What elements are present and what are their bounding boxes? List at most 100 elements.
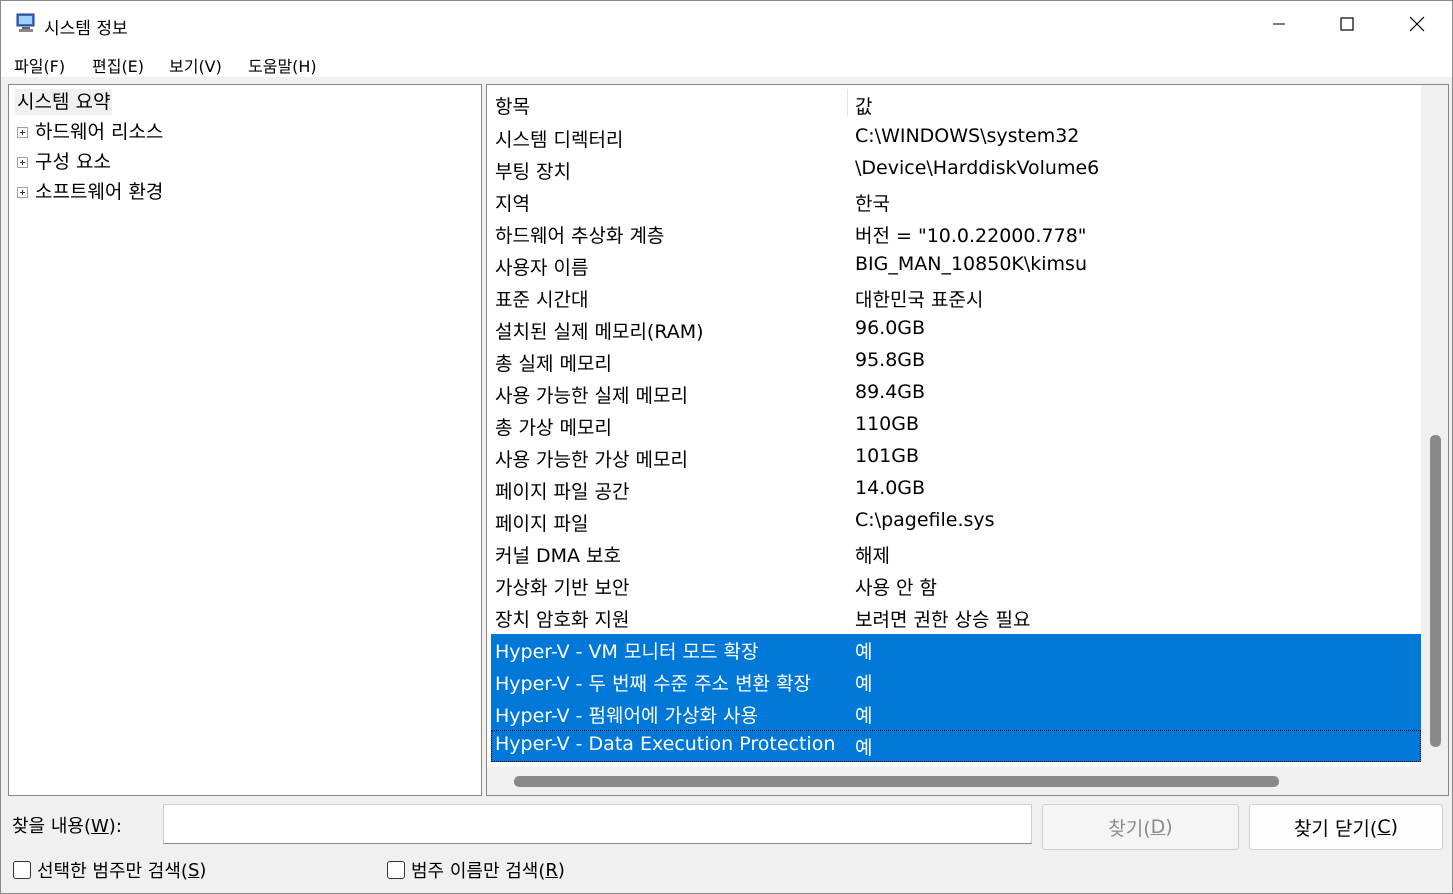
close-icon	[1409, 16, 1425, 32]
close-find-button[interactable]: 찾기 닫기(C)	[1249, 804, 1443, 850]
row-item-name: Hyper-V - Data Execution Protection	[495, 733, 836, 755]
button-access-key: D	[1150, 816, 1166, 838]
table-row[interactable]: 사용자 이름 BIG_MAN_10850K\kimsu	[491, 250, 1421, 282]
row-item-name: 사용자 이름	[495, 257, 589, 279]
row-item-name: 가상화 기반 보안	[495, 577, 630, 599]
row-item-value: \Device\HarddiskVolume6	[855, 157, 1100, 179]
row-item-name: 페이지 파일	[495, 513, 589, 535]
vertical-scrollbar[interactable]	[1421, 85, 1448, 775]
checkbox-access-key: R	[545, 859, 558, 881]
table-row[interactable]: 부팅 장치 \Device\HarddiskVolume6	[491, 154, 1421, 186]
row-item-name: 사용 가능한 실제 메모리	[495, 385, 688, 407]
table-row[interactable]: 하드웨어 추상화 계층 버전 = "10.0.22000.778"	[491, 218, 1421, 250]
search-category-names-checkbox[interactable]: 범주 이름만 검색(R)	[387, 858, 565, 882]
menu-edit[interactable]: 편집(E)	[92, 53, 144, 77]
row-item-value: 대한민국 표준시	[855, 289, 984, 311]
row-item-name: Hyper-V - 두 번째 수준 주소 변환 확장	[495, 673, 812, 695]
table-row[interactable]: 총 가상 메모리 110GB	[491, 410, 1421, 442]
maximize-button[interactable]	[1312, 1, 1382, 47]
label-text: 찾을 내용(	[12, 816, 91, 837]
table-row[interactable]: 장치 암호화 지원 보려면 권한 상승 필요	[491, 602, 1421, 634]
row-item-name: 장치 암호화 지원	[495, 609, 630, 631]
table-row[interactable]: Hyper-V - VM 모니터 모드 확장 예	[491, 634, 1421, 666]
table-row[interactable]: 총 실제 메모리 95.8GB	[491, 346, 1421, 378]
row-item-name: 지역	[495, 193, 530, 215]
row-item-value: 버전 = "10.0.22000.778"	[855, 225, 1087, 247]
tree-item-components[interactable]: 구성 요소	[9, 149, 409, 175]
row-item-value: C:\pagefile.sys	[855, 509, 995, 531]
checkbox-access-key: S	[187, 859, 200, 881]
menu-file[interactable]: 파일(F)	[14, 53, 65, 77]
find-button[interactable]: 찾기(D)	[1042, 804, 1239, 850]
row-item-name: 표준 시간대	[495, 289, 589, 311]
table-row[interactable]: 시스템 디렉터리 C:\WINDOWS\system32	[491, 122, 1421, 154]
tree-item-label: 하드웨어 리소스	[35, 121, 164, 143]
menu-help[interactable]: 도움말(H)	[248, 53, 317, 77]
column-header-value[interactable]: 값	[855, 92, 872, 119]
expand-plus-icon[interactable]	[17, 187, 28, 198]
details-list[interactable]: 항목 값 시스템 디렉터리 C:\WINDOWS\system32 부팅 장치 \De…	[486, 84, 1449, 796]
column-header-item[interactable]: 항목	[495, 92, 530, 119]
button-text: )	[1390, 816, 1399, 838]
checkbox-text: 범주 이름만 검색(	[411, 861, 546, 882]
table-row[interactable]: Hyper-V - Data Execution Protection 예	[491, 730, 1421, 762]
system-info-window: 시스템 정보 파일(F) 편집(E) 보기(V) 도움말(H) 시스템 요약 하…	[0, 0, 1453, 894]
table-row[interactable]: 표준 시간대 대한민국 표준시	[491, 282, 1421, 314]
row-item-value: 14.0GB	[855, 477, 926, 499]
column-divider[interactable]	[847, 89, 848, 117]
table-row[interactable]: 지역 한국	[491, 186, 1421, 218]
window-title: 시스템 정보	[44, 19, 128, 39]
table-row[interactable]: 페이지 파일 C:\pagefile.sys	[491, 506, 1421, 538]
table-row[interactable]: Hyper-V - 두 번째 수준 주소 변환 확장 예	[491, 666, 1421, 698]
row-item-value: 예	[855, 705, 873, 727]
system-info-app-icon	[16, 13, 35, 32]
checkbox-box[interactable]	[13, 861, 31, 879]
vertical-scroll-thumb[interactable]	[1430, 435, 1441, 747]
table-row[interactable]: 커널 DMA 보호 해제	[491, 538, 1421, 570]
row-item-value: 사용 안 함	[855, 577, 937, 599]
row-item-value: 예	[855, 641, 873, 663]
table-row[interactable]: 페이지 파일 공간 14.0GB	[491, 474, 1421, 506]
list-rows: 시스템 디렉터리 C:\WINDOWS\system32 부팅 장치 \Device\…	[491, 122, 1421, 762]
menu-bar: 파일(F) 편집(E) 보기(V) 도움말(H)	[1, 47, 1452, 77]
tree-item-label: 소프트웨어 환경	[35, 181, 164, 203]
button-text: 찾기 닫기(	[1293, 817, 1378, 840]
row-item-value: 95.8GB	[855, 349, 926, 371]
tree-item-hardware-resources[interactable]: 하드웨어 리소스	[9, 119, 409, 145]
title-bar[interactable]: 시스템 정보	[1, 1, 1452, 47]
find-what-label: 찾을 내용(W):	[12, 812, 122, 838]
find-what-input[interactable]	[163, 804, 1032, 844]
tree-item-label: 구성 요소	[35, 151, 111, 173]
horizontal-scrollbar[interactable]	[487, 767, 1421, 795]
button-text: )	[1165, 816, 1173, 838]
list-header: 항목 값	[487, 85, 1421, 121]
table-row[interactable]: 가상화 기반 보안 사용 안 함	[491, 570, 1421, 602]
row-item-value: 해제	[855, 545, 890, 567]
label-access-key: W	[90, 816, 109, 837]
row-item-name: 부팅 장치	[495, 161, 571, 183]
search-selected-category-checkbox[interactable]: 선택한 범주만 검색(S)	[13, 858, 206, 882]
table-row[interactable]: 사용 가능한 실제 메모리 89.4GB	[491, 378, 1421, 410]
tree-item-system-summary[interactable]: 시스템 요약	[15, 89, 113, 115]
maximize-icon	[1340, 17, 1354, 31]
menu-view[interactable]: 보기(V)	[169, 53, 222, 77]
table-row[interactable]: 설치된 실제 메모리(RAM) 96.0GB	[491, 314, 1421, 346]
minimize-button[interactable]	[1244, 1, 1314, 47]
row-item-value: 한국	[855, 193, 890, 215]
close-button[interactable]	[1382, 1, 1452, 47]
checkbox-box[interactable]	[387, 861, 405, 879]
row-item-value: 보려면 권한 상승 필요	[855, 609, 1031, 631]
tree-item-software-environment[interactable]: 소프트웨어 환경	[9, 179, 409, 205]
table-row[interactable]: 사용 가능한 가상 메모리 101GB	[491, 442, 1421, 474]
category-tree[interactable]: 시스템 요약 하드웨어 리소스 구성 요소 소프트웨어 환경	[8, 84, 482, 796]
row-item-name: 설치된 실제 메모리(RAM)	[495, 321, 704, 343]
row-item-value: BIG_MAN_10850K\kimsu	[855, 253, 1087, 275]
expand-plus-icon[interactable]	[17, 157, 28, 168]
table-row[interactable]: Hyper-V - 펌웨어에 가상화 사용 예	[491, 698, 1421, 730]
row-item-value: 110GB	[855, 413, 920, 435]
row-item-value: 예	[855, 673, 873, 695]
row-item-name: 커널 DMA 보호	[495, 545, 622, 567]
expand-plus-icon[interactable]	[17, 127, 28, 138]
button-access-key: C	[1377, 816, 1391, 838]
horizontal-scroll-thumb[interactable]	[514, 776, 1279, 787]
